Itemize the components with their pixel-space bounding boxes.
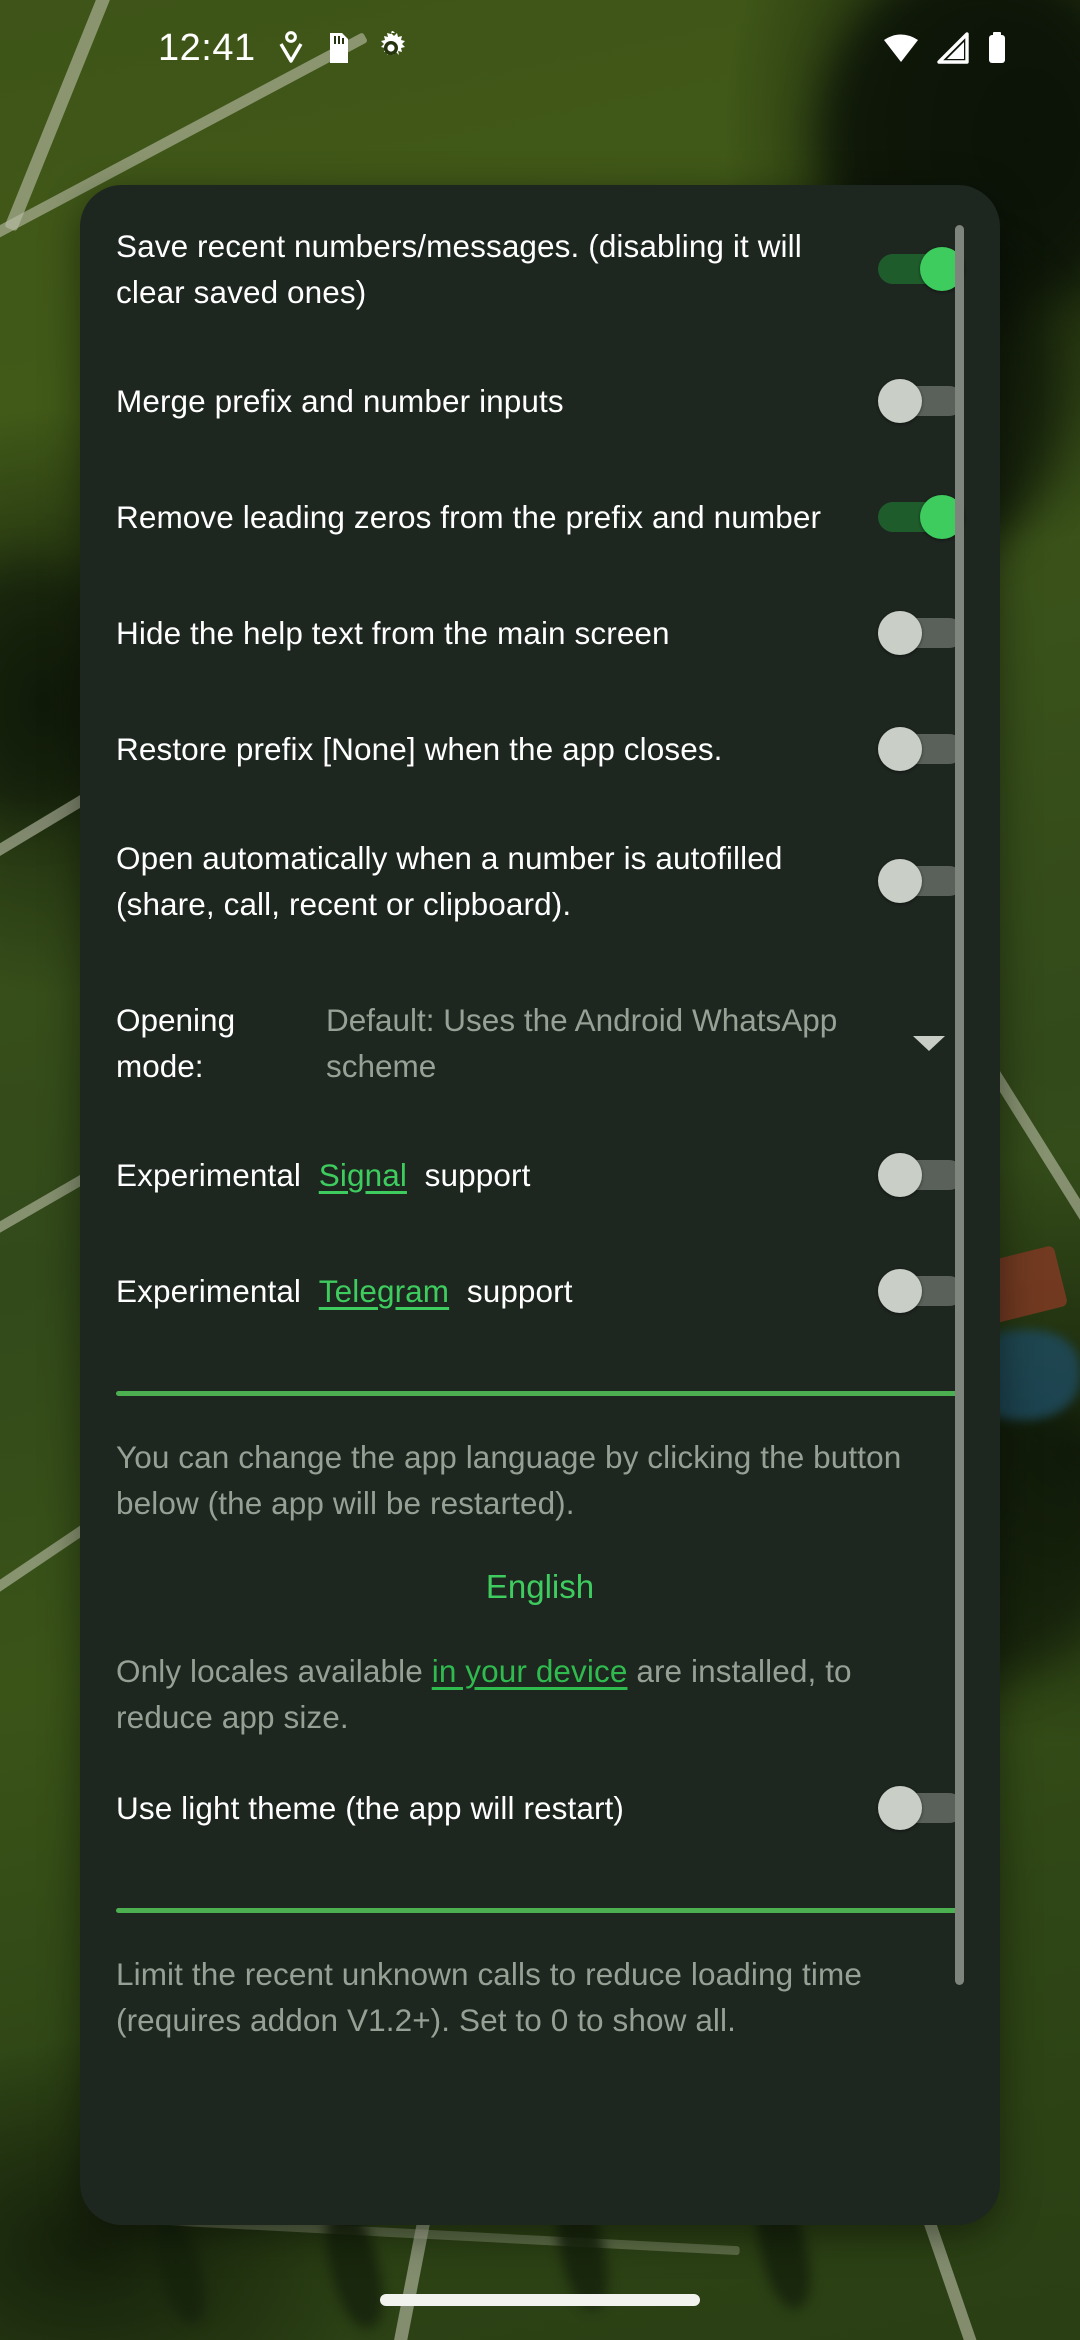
status-bar-right: [882, 31, 1008, 65]
battery-icon: [986, 31, 1008, 65]
setting-label-remove-leading-zeros: Remove leading zeros from the prefix and…: [116, 499, 822, 535]
language-description: You can change the app language by click…: [116, 1439, 902, 1521]
setting-label-restore-prefix: Restore prefix [None] when the app close…: [116, 731, 723, 767]
telegram-prefix: Experimental: [116, 1273, 302, 1309]
status-bar-clock: 12:41: [158, 27, 256, 69]
setting-row-merge-prefix[interactable]: Merge prefix and number inputs: [80, 371, 1000, 431]
locales-note-prefix: Only locales available: [116, 1653, 432, 1689]
settings-scroll-content[interactable]: Save recent numbers/messages. (disabling…: [80, 185, 1000, 2043]
setting-label-light-theme: Use light theme (the app will restart): [116, 1790, 624, 1826]
signal-suffix: support: [424, 1157, 531, 1193]
telegram-suffix: support: [466, 1273, 573, 1309]
home-gesture-pill[interactable]: [380, 2294, 700, 2306]
setting-row-open-automatically[interactable]: Open automatically when a number is auto…: [80, 835, 1000, 927]
locales-note: Only locales available in your device ar…: [116, 1648, 964, 1740]
opening-mode-row[interactable]: Opening mode: Default: Uses the Android …: [80, 997, 1000, 1089]
setting-label-save-recent: Save recent numbers/messages. (disabling…: [116, 228, 802, 310]
setting-label-signal-support: Experimental Signal support: [116, 1152, 878, 1198]
toggle-thumb: [878, 1269, 922, 1313]
toggle-thumb: [878, 1786, 922, 1830]
status-bar: 12:41: [0, 0, 1080, 96]
settings-dialog: Save recent numbers/messages. (disabling…: [80, 185, 1000, 2225]
language-description-row: You can change the app language by click…: [80, 1434, 1000, 1526]
toggle-remove-leading-zeros[interactable]: [878, 493, 964, 541]
scrollbar[interactable]: [955, 225, 964, 1985]
debug-gear-icon: [374, 31, 408, 65]
toggle-open-automatically[interactable]: [878, 857, 964, 905]
setting-label-telegram-support: Experimental Telegram support: [116, 1268, 878, 1314]
toggle-thumb: [878, 379, 922, 423]
telegram-link[interactable]: Telegram: [319, 1273, 449, 1309]
limit-calls-note: Limit the recent unknown calls to reduce…: [116, 1956, 862, 2038]
locales-note-row: Only locales available in your device ar…: [80, 1648, 1000, 1740]
setting-row-telegram-support[interactable]: Experimental Telegram support: [80, 1261, 1000, 1321]
limit-calls-note-row: Limit the recent unknown calls to reduce…: [80, 1951, 1000, 2043]
toggle-signal-support[interactable]: [878, 1151, 964, 1199]
setting-label-hide-help-text: Hide the help text from the main screen: [116, 615, 670, 651]
toggle-thumb: [878, 611, 922, 655]
setting-row-remove-leading-zeros[interactable]: Remove leading zeros from the prefix and…: [80, 487, 1000, 547]
cellular-signal-icon: [936, 32, 970, 64]
setting-row-light-theme[interactable]: Use light theme (the app will restart): [80, 1778, 1000, 1838]
signal-link[interactable]: Signal: [319, 1157, 407, 1193]
toggle-merge-prefix[interactable]: [878, 377, 964, 425]
download-icon: [278, 31, 304, 65]
language-button[interactable]: English: [80, 1564, 1000, 1610]
toggle-light-theme[interactable]: [878, 1784, 964, 1832]
opening-mode-value[interactable]: Default: Uses the Android WhatsApp schem…: [316, 997, 894, 1089]
toggle-telegram-support[interactable]: [878, 1267, 964, 1315]
toggle-save-recent[interactable]: [878, 245, 964, 293]
status-bar-left: 12:41: [158, 29, 408, 67]
opening-mode-label: Opening mode:: [116, 1002, 236, 1084]
toggle-thumb: [878, 727, 922, 771]
setting-label-open-automatically: Open automatically when a number is auto…: [116, 840, 783, 922]
toggle-restore-prefix[interactable]: [878, 725, 964, 773]
setting-row-hide-help-text[interactable]: Hide the help text from the main screen: [80, 603, 1000, 663]
toggle-hide-help-text[interactable]: [878, 609, 964, 657]
signal-prefix: Experimental: [116, 1157, 302, 1193]
sd-card-icon: [326, 31, 352, 65]
wifi-icon: [882, 32, 920, 64]
navigation-bar: [0, 2230, 1080, 2340]
setting-label-merge-prefix: Merge prefix and number inputs: [116, 383, 564, 419]
locales-note-link[interactable]: in your device: [432, 1653, 628, 1689]
chevron-down-icon[interactable]: [894, 1035, 964, 1051]
setting-row-restore-prefix[interactable]: Restore prefix [None] when the app close…: [80, 719, 1000, 779]
toggle-thumb: [878, 1153, 922, 1197]
toggle-thumb: [878, 859, 922, 903]
setting-row-signal-support[interactable]: Experimental Signal support: [80, 1145, 1000, 1205]
setting-row-save-recent[interactable]: Save recent numbers/messages. (disabling…: [80, 223, 1000, 315]
